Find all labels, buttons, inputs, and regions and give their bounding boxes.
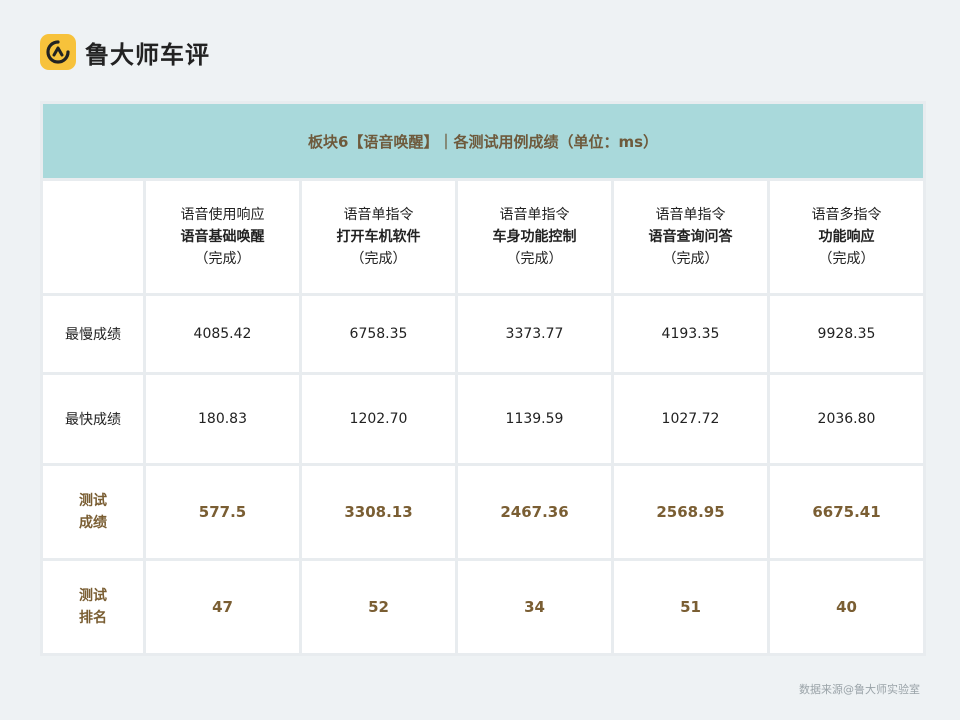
column-header: 语音单指令 车身功能控制 （完成） — [455, 178, 614, 296]
table-cell: 40 — [767, 558, 926, 656]
table-cell: 3308.13 — [299, 463, 458, 561]
table-cell: 1202.70 — [299, 372, 458, 466]
column-header-line1: 语音单指令 — [343, 207, 414, 223]
row-label-line1: 测试 — [79, 588, 107, 604]
table-row-slowest: 最慢成绩 4085.42 6758.35 3373.77 4193.35 992… — [40, 293, 926, 375]
table-row-score: 测试 成绩 577.5 3308.13 2467.36 2568.95 6675… — [40, 463, 926, 561]
column-header-line1: 语音单指令 — [499, 207, 570, 223]
table-cell: 9928.35 — [767, 293, 926, 375]
table-cell: 180.83 — [143, 372, 302, 466]
corner-cell — [40, 178, 146, 296]
table-cell: 6675.41 — [767, 463, 926, 561]
table-cell: 34 — [455, 558, 614, 656]
column-header-line1: 语音单指令 — [655, 207, 726, 223]
column-header-line3: （完成） — [506, 251, 563, 267]
table-cell: 4085.42 — [143, 293, 302, 375]
column-header-line2: 功能响应 — [818, 229, 875, 245]
data-source-note: 数据来源@鲁大师实验室 — [799, 683, 920, 696]
table-header-row: 语音使用响应 语音基础唤醒 （完成） 语音单指令 打开车机软件 （完成） 语音单… — [40, 178, 926, 296]
column-header-line3: （完成） — [662, 251, 719, 267]
table-cell: 3373.77 — [455, 293, 614, 375]
column-header-line2: 语音查询问答 — [648, 229, 733, 245]
table-cell: 52 — [299, 558, 458, 656]
row-label-line2: 排名 — [79, 610, 107, 626]
table-cell: 6758.35 — [299, 293, 458, 375]
column-header-line3: （完成） — [350, 251, 407, 267]
table-cell: 47 — [143, 558, 302, 656]
column-header: 语音多指令 功能响应 （完成） — [767, 178, 926, 296]
table-cell: 2036.80 — [767, 372, 926, 466]
table-row-fastest: 最快成绩 180.83 1202.70 1139.59 1027.72 2036… — [40, 372, 926, 466]
row-label-line2: 成绩 — [79, 515, 107, 531]
row-label-line1: 测试 — [79, 493, 107, 509]
column-header-line1: 语音多指令 — [811, 207, 882, 223]
table-cell: 1139.59 — [455, 372, 614, 466]
row-label: 测试 排名 — [40, 558, 146, 656]
column-header: 语音单指令 语音查询问答 （完成） — [611, 178, 770, 296]
column-header-line3: （完成） — [194, 251, 251, 267]
brand-name: 鲁大师车评 — [85, 40, 210, 69]
row-label: 最慢成绩 — [40, 293, 146, 375]
column-header-line1: 语音使用响应 — [180, 207, 265, 223]
table-cell: 4193.35 — [611, 293, 770, 375]
column-header: 语音单指令 打开车机软件 （完成） — [299, 178, 458, 296]
column-header-line2: 语音基础唤醒 — [180, 229, 265, 245]
table-title: 板块6【语音唤醒】｜各测试用例成绩（单位：ms） — [40, 101, 926, 181]
column-header-line3: （完成） — [818, 251, 875, 267]
score-table: 板块6【语音唤醒】｜各测试用例成绩（单位：ms） 语音使用响应 语音基础唤醒 （… — [40, 101, 926, 656]
row-label: 测试 成绩 — [40, 463, 146, 561]
table-cell: 577.5 — [143, 463, 302, 561]
row-label: 最快成绩 — [40, 372, 146, 466]
brand: 鲁大师车评 — [40, 34, 210, 70]
table-cell: 2568.95 — [611, 463, 770, 561]
table-cell: 2467.36 — [455, 463, 614, 561]
column-header-line2: 车身功能控制 — [492, 229, 577, 245]
table-cell: 51 — [611, 558, 770, 656]
brand-logo-icon — [40, 34, 76, 70]
column-header-line2: 打开车机软件 — [336, 229, 421, 245]
table-row-rank: 测试 排名 47 52 34 51 40 — [40, 558, 926, 656]
table-cell: 1027.72 — [611, 372, 770, 466]
column-header: 语音使用响应 语音基础唤醒 （完成） — [143, 178, 302, 296]
